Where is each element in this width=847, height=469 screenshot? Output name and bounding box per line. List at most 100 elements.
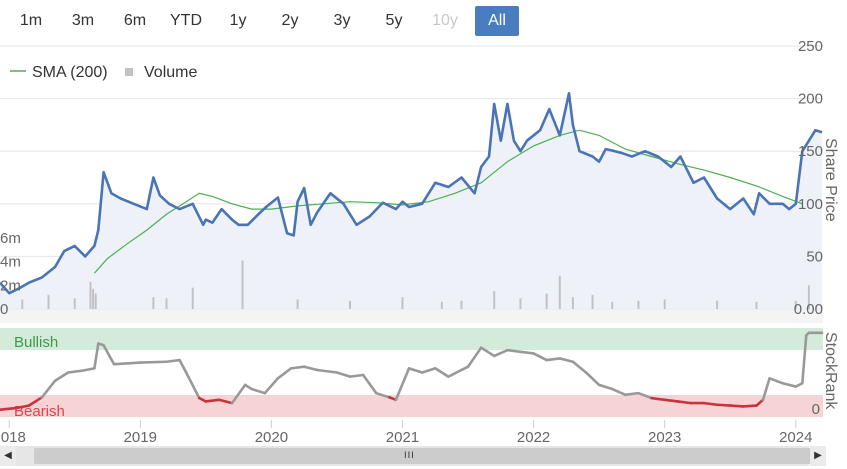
volume-bar [152,297,155,309]
price-area [0,93,822,309]
stockrank-segment [289,365,306,370]
legend: SMA (200) Volume [10,64,197,81]
volume-bar [663,299,666,309]
stockrank-segment [40,379,57,399]
volume-bar [296,299,299,309]
volume-bar [558,275,561,309]
volume-bar [755,301,758,309]
stockrank-segment [650,396,666,402]
stockrank-segment [335,371,352,378]
x-tick-label: 2022 [517,429,550,446]
stockrank-segment [728,404,745,408]
volume-bar [241,260,244,309]
volume-bar [493,291,496,309]
stockrank-segment [0,406,18,412]
volume-tick-label: 6m [0,230,21,247]
scrollbar-thumb[interactable] [34,448,823,464]
price-tick-label: 100 [798,196,823,213]
volume-bar [519,298,522,309]
volume-bar [716,300,719,309]
stockrank-segment [361,373,378,395]
stockrank-segment [348,373,365,378]
x-tick-label: 2018 [0,429,26,446]
scroll-left-icon[interactable]: ◀ [0,446,16,466]
volume-tick-label: 2m [0,277,21,294]
stockrank-segment [184,371,201,400]
volume-bar [591,294,594,309]
price-tick-label: 50 [806,248,823,265]
price-tick-label: 0.00 [794,301,823,318]
stockrank-segment [492,348,509,358]
stockrank-segment [165,358,181,364]
stockrank-segment [112,361,142,366]
stockrank-segment [178,358,188,374]
volume-legend-swatch [125,68,133,76]
stockrank-segment [584,371,601,387]
x-tick-label: 2024 [779,429,812,446]
rank-tick-label: 0 [812,401,820,418]
stockrank-segment [53,371,70,383]
volume-bar [92,288,95,309]
bearish-band [0,395,823,417]
stockrank-segment [302,365,319,372]
volume-bar [21,299,24,309]
bullish-band [0,328,823,350]
scroll-right-icon[interactable]: ▶ [810,446,826,466]
volume-bar [73,298,76,309]
stockrank-segment [263,376,280,395]
stockrank-segment [597,383,614,391]
volume-bar [440,301,443,309]
volume-tick-label: 4m [0,254,21,271]
volume-bar [165,298,168,309]
stockrank-segment [571,360,588,374]
volume-bar [89,281,92,309]
volume-bar [401,297,404,309]
stockrank-segment [768,376,784,385]
bearish-label: Bearish [14,403,65,420]
stockrank-segment [433,367,450,378]
stockrank-segment [715,403,732,407]
stockrank-segment [420,367,437,374]
sma-legend-label[interactable]: SMA (200) [32,64,108,81]
stockrank-segment [781,381,798,388]
stockrank-segment [702,401,719,407]
volume-bar [460,300,463,309]
stockrank-segment [624,391,640,397]
volume-legend-label[interactable]: Volume [144,64,197,81]
volume-bar [611,301,614,309]
stockrank-segment [250,387,267,395]
stockrank-segment [558,357,575,364]
stockrank-segment [315,368,339,374]
bullish-label: Bullish [14,334,58,351]
stockrank-segment [545,357,562,362]
scrollbar-grip-icon[interactable]: III [404,451,415,461]
stockrank-segment [204,398,221,403]
stockrank-segment [532,352,548,362]
x-tick-label: 2021 [386,429,419,446]
stockrank-segment [663,398,680,403]
volume-bar [47,294,50,309]
price-tick-label: 200 [798,91,823,108]
stockrank-segment [138,360,168,364]
stockrank-segment [66,369,83,374]
stockrank-segment [466,346,483,369]
stockrank-segment [276,367,293,380]
stockrank-segment [519,350,535,355]
stockrank-segment [676,400,693,405]
volume-bar [571,297,574,309]
stockrank-segment [742,404,758,408]
stockrank-segment [407,367,424,374]
stockrank-segment [506,348,522,354]
share-price-axis-title: Share Price [822,138,839,222]
price-tick-label: 250 [798,38,823,55]
volume-bar [94,293,97,309]
x-tick-label: 2019 [124,429,157,446]
volume-bar [637,300,640,309]
navigator-scrollbar[interactable]: ◀ III ▶ [0,446,847,466]
stockrank-axis-title: StockRank [822,332,839,410]
price-tick-label: 150 [798,143,823,160]
stockrank-segment [79,367,96,373]
volume-bar [545,293,548,309]
x-tick-label: 2020 [255,429,288,446]
volume-bar [191,287,194,309]
